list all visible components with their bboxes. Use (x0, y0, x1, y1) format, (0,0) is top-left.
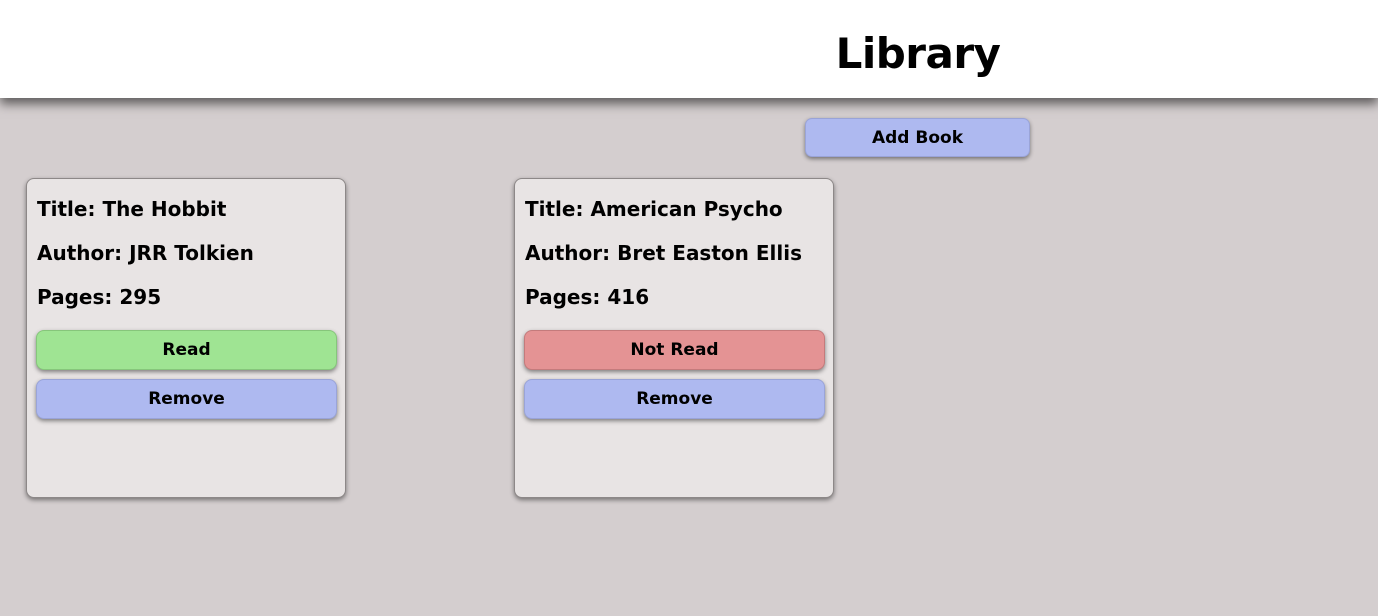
book-card: Title: American Psycho Author: Bret East… (514, 178, 834, 498)
read-status-button[interactable]: Not Read (524, 330, 825, 370)
add-book-button[interactable]: Add Book (805, 118, 1030, 157)
book-author: Author: JRR Tolkien (37, 241, 254, 265)
header: Library (0, 0, 1378, 98)
read-status-button[interactable]: Read (36, 330, 337, 370)
remove-button[interactable]: Remove (36, 379, 337, 419)
book-title: Title: The Hobbit (37, 197, 227, 221)
book-author: Author: Bret Easton Ellis (525, 241, 802, 265)
page-title: Library (835, 29, 1001, 78)
main-content: Add Book Title: The Hobbit Author: JRR T… (0, 98, 1378, 616)
book-title: Title: American Psycho (525, 197, 783, 221)
remove-button[interactable]: Remove (524, 379, 825, 419)
book-pages: Pages: 416 (525, 285, 650, 309)
book-pages: Pages: 295 (37, 285, 162, 309)
book-card: Title: The Hobbit Author: JRR Tolkien Pa… (26, 178, 346, 498)
